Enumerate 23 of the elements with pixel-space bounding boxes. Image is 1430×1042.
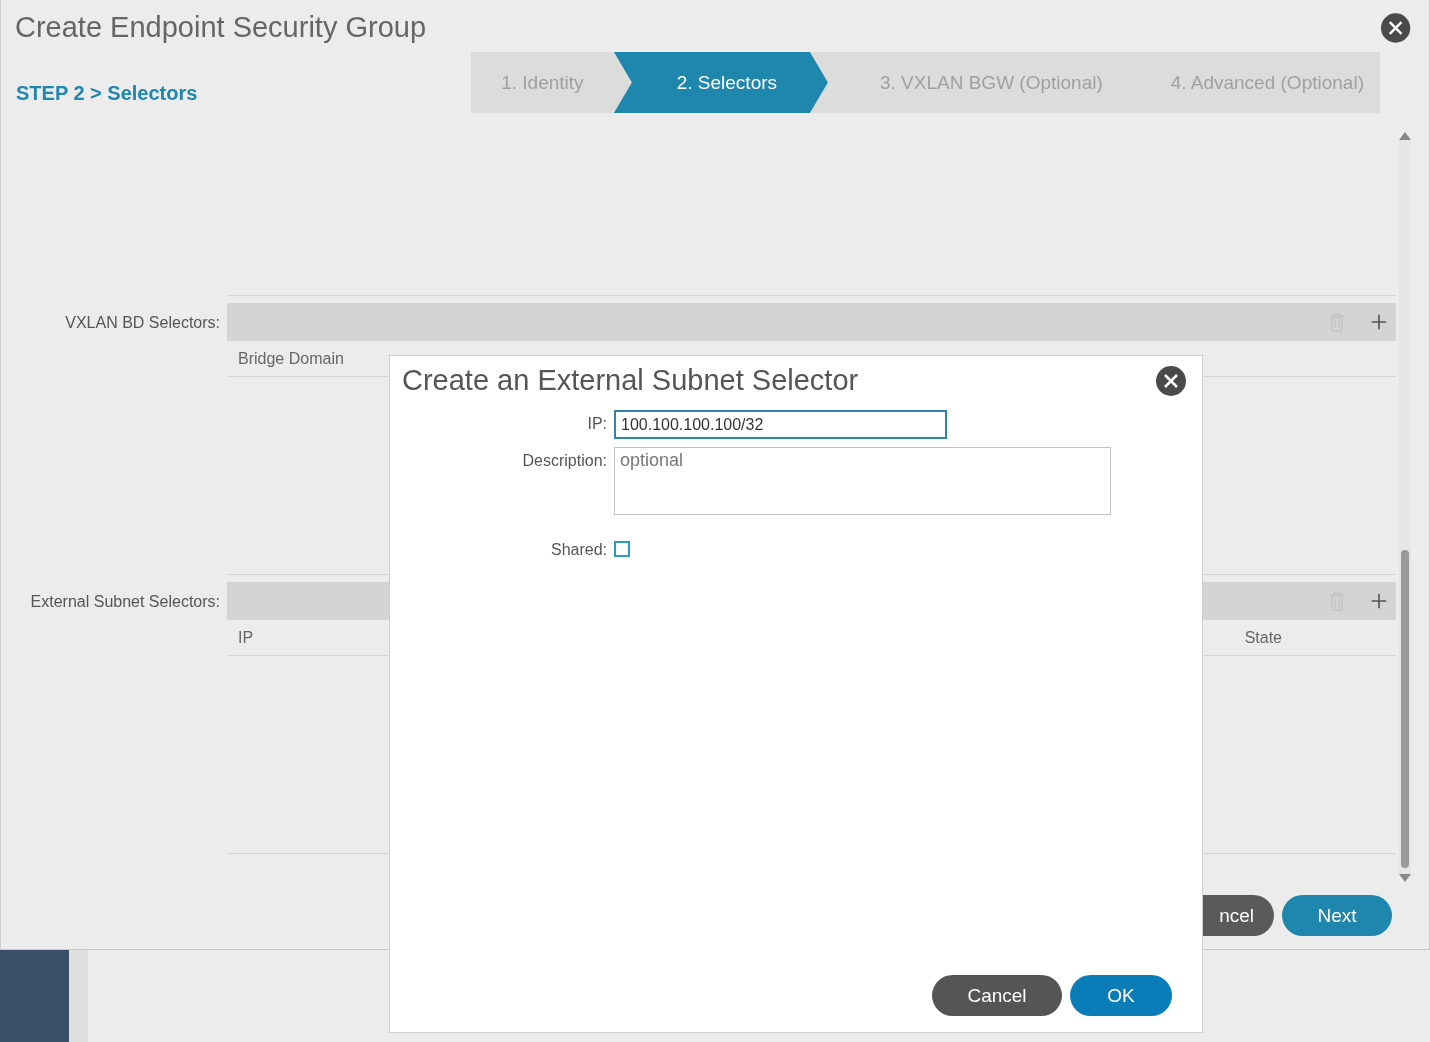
add-icon[interactable] — [1370, 592, 1388, 610]
field-label: IP: — [586, 414, 607, 433]
wizard-step-tab[interactable]: 2. Selectors — [613, 52, 828, 113]
description-input[interactable]: optional — [614, 447, 1111, 515]
dialog-title: Create an External Subnet Selector — [402, 364, 859, 397]
next-button[interactable]: Next — [1282, 895, 1392, 936]
column-header: Bridge Domain — [238, 349, 344, 368]
window-title: Create Endpoint Security Group — [15, 10, 428, 44]
scrollbar-thumb[interactable] — [1401, 550, 1409, 868]
section-label: External Subnet Selectors: — [29, 592, 221, 612]
field-label: Shared: — [549, 540, 607, 559]
ip-input[interactable]: 100.100.100.100/32 — [614, 410, 947, 439]
close-icon[interactable] — [1155, 364, 1187, 397]
shared-checkbox[interactable] — [614, 541, 630, 557]
column-header: IP — [238, 628, 254, 647]
column-header: State — [1244, 628, 1282, 647]
cancel-button[interactable]: Cancel — [932, 975, 1062, 1016]
step-heading: STEP 2 > Selectors — [15, 82, 199, 105]
section-label: VXLAN BD Selectors: — [64, 313, 221, 333]
field-label: Description: — [521, 451, 607, 470]
add-icon[interactable] — [1370, 313, 1388, 331]
close-icon[interactable] — [1379, 12, 1411, 44]
ok-button[interactable]: OK — [1070, 975, 1172, 1016]
